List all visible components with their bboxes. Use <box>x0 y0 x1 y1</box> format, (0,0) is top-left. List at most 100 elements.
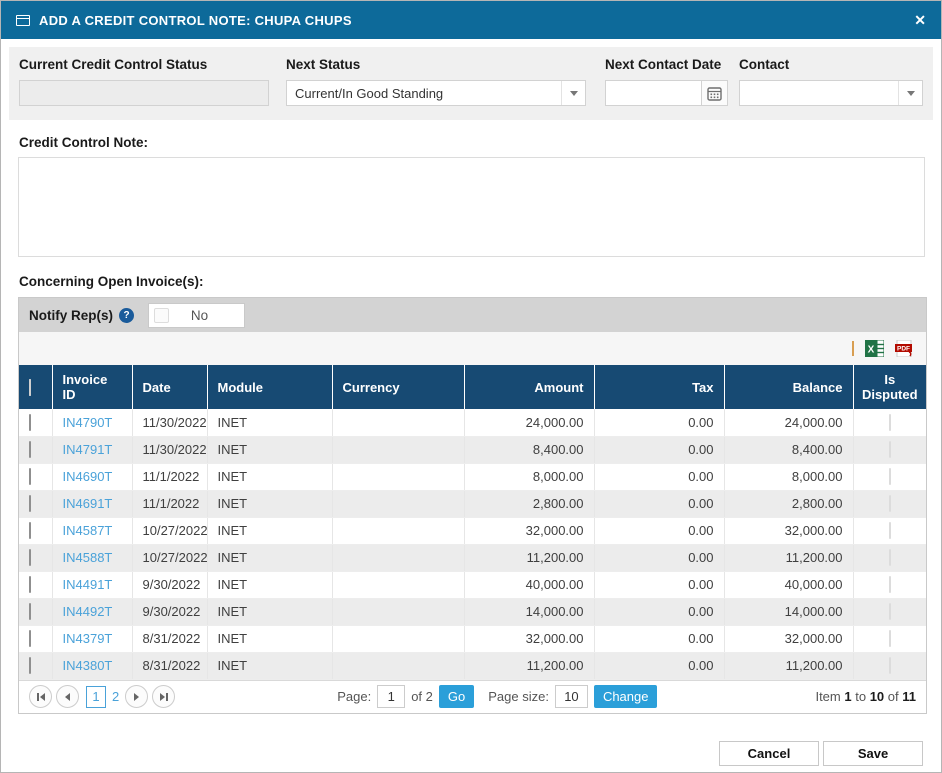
cell-tax: 0.00 <box>594 598 724 625</box>
row-select-checkbox[interactable] <box>29 414 31 431</box>
calendar-icon[interactable] <box>701 80 728 106</box>
excel-export-icon[interactable]: X <box>865 340 884 357</box>
chevron-down-icon[interactable] <box>561 81 585 105</box>
select-all-checkbox[interactable] <box>29 379 31 396</box>
cell-amount: 8,000.00 <box>464 463 594 490</box>
invoice-row: IN4790T11/30/2022INET24,000.000.0024,000… <box>19 409 926 436</box>
cell-currency <box>332 598 464 625</box>
cancel-button[interactable]: Cancel <box>719 741 819 766</box>
cell-module: INET <box>207 409 332 436</box>
dialog-titlebar: ADD A CREDIT CONTROL NOTE: CHUPA CHUPS ✕ <box>1 1 941 39</box>
page-number-input[interactable] <box>377 685 405 708</box>
cell-date: 11/30/2022 <box>132 436 207 463</box>
next-status-select[interactable]: Current/In Good Standing <box>286 80 586 106</box>
cell-balance: 11,200.00 <box>724 544 853 571</box>
cell-module: INET <box>207 436 332 463</box>
invoice-link[interactable]: IN4587T <box>63 523 113 538</box>
first-page-icon[interactable] <box>29 685 52 708</box>
credit-control-note-textarea[interactable] <box>18 157 925 257</box>
cell-amount: 8,400.00 <box>464 436 594 463</box>
invoice-link[interactable]: IN4379T <box>63 631 113 646</box>
row-select-checkbox[interactable] <box>29 522 31 539</box>
dialog-footer: Cancel Save <box>19 741 923 766</box>
export-toolbar: X PDF <box>19 332 926 365</box>
notify-reps-label: Notify Rep(s) <box>29 308 113 323</box>
last-page-icon[interactable] <box>152 685 175 708</box>
column-header-amount[interactable]: Amount <box>464 365 594 409</box>
cell-date: 10/27/2022 <box>132 544 207 571</box>
invoice-link[interactable]: IN4491T <box>63 577 113 592</box>
invoice-row: IN4380T8/31/2022INET11,200.000.0011,200.… <box>19 652 926 679</box>
column-header-currency[interactable]: Currency <box>332 365 464 409</box>
next-contact-date-input[interactable] <box>605 80 702 106</box>
column-header-module[interactable]: Module <box>207 365 332 409</box>
cell-balance: 2,800.00 <box>724 490 853 517</box>
is-disputed-checkbox <box>889 603 891 620</box>
pdf-export-icon[interactable]: PDF <box>895 340 914 357</box>
contact-select[interactable] <box>739 80 923 106</box>
row-select-checkbox[interactable] <box>29 495 31 512</box>
go-button[interactable]: Go <box>439 685 474 708</box>
cell-amount: 32,000.00 <box>464 517 594 544</box>
notify-reps-toggle[interactable]: No <box>148 303 245 328</box>
page-link[interactable]: 2 <box>112 689 119 704</box>
next-page-icon[interactable] <box>125 685 148 708</box>
invoice-link[interactable]: IN4791T <box>63 442 113 457</box>
row-select-checkbox[interactable] <box>29 603 31 620</box>
invoice-link[interactable]: IN4380T <box>63 658 113 673</box>
cell-module: INET <box>207 625 332 652</box>
next-contact-date-label: Next Contact Date <box>605 57 729 72</box>
row-select-checkbox[interactable] <box>29 549 31 566</box>
cell-amount: 32,000.00 <box>464 625 594 652</box>
invoice-link[interactable]: IN4492T <box>63 604 113 619</box>
current-status-input <box>19 80 269 106</box>
invoice-row: IN4492T9/30/2022INET14,000.000.0014,000.… <box>19 598 926 625</box>
cell-module: INET <box>207 652 332 679</box>
cell-currency <box>332 571 464 598</box>
invoice-row: IN4491T9/30/2022INET40,000.000.0040,000.… <box>19 571 926 598</box>
cell-date: 11/1/2022 <box>132 490 207 517</box>
is-disputed-checkbox <box>889 414 891 431</box>
cell-date: 10/27/2022 <box>132 517 207 544</box>
column-header-invoice-id[interactable]: Invoice ID <box>52 365 132 409</box>
page-size-input[interactable] <box>555 685 588 708</box>
concerning-invoices-label: Concerning Open Invoice(s): <box>19 274 923 289</box>
invoice-link[interactable]: IN4790T <box>63 415 113 430</box>
cell-balance: 24,000.00 <box>724 409 853 436</box>
prev-page-icon[interactable] <box>56 685 79 708</box>
column-header-date[interactable]: Date <box>132 365 207 409</box>
row-select-checkbox[interactable] <box>29 441 31 458</box>
change-button[interactable]: Change <box>594 685 658 708</box>
contact-label: Contact <box>739 57 923 72</box>
cell-amount: 11,200.00 <box>464 652 594 679</box>
chevron-down-icon[interactable] <box>898 81 922 105</box>
column-header-balance[interactable]: Balance <box>724 365 853 409</box>
cell-balance: 40,000.00 <box>724 571 853 598</box>
row-select-checkbox[interactable] <box>29 468 31 485</box>
toolbar-separator <box>852 341 854 356</box>
cell-tax: 0.00 <box>594 436 724 463</box>
next-status-label: Next Status <box>286 57 586 72</box>
close-icon[interactable]: ✕ <box>914 13 926 27</box>
save-button[interactable]: Save <box>823 741 923 766</box>
row-select-checkbox[interactable] <box>29 576 31 593</box>
invoice-link[interactable]: IN4691T <box>63 496 113 511</box>
invoice-row: IN4379T8/31/2022INET32,000.000.0032,000.… <box>19 625 926 652</box>
column-header-is-disputed[interactable]: Is Disputed <box>853 365 926 409</box>
cell-tax: 0.00 <box>594 544 724 571</box>
help-icon[interactable]: ? <box>119 308 134 323</box>
cell-date: 11/1/2022 <box>132 463 207 490</box>
column-header-tax[interactable]: Tax <box>594 365 724 409</box>
row-select-checkbox[interactable] <box>29 630 31 647</box>
cell-tax: 0.00 <box>594 625 724 652</box>
is-disputed-checkbox <box>889 468 891 485</box>
invoice-link[interactable]: IN4588T <box>63 550 113 565</box>
row-select-checkbox[interactable] <box>29 657 31 674</box>
page-size-label: Page size: <box>488 689 549 704</box>
invoice-link[interactable]: IN4690T <box>63 469 113 484</box>
toggle-checkbox <box>154 308 169 323</box>
is-disputed-checkbox <box>889 495 891 512</box>
cell-amount: 40,000.00 <box>464 571 594 598</box>
cell-module: INET <box>207 463 332 490</box>
next-status-value: Current/In Good Standing <box>287 86 561 101</box>
